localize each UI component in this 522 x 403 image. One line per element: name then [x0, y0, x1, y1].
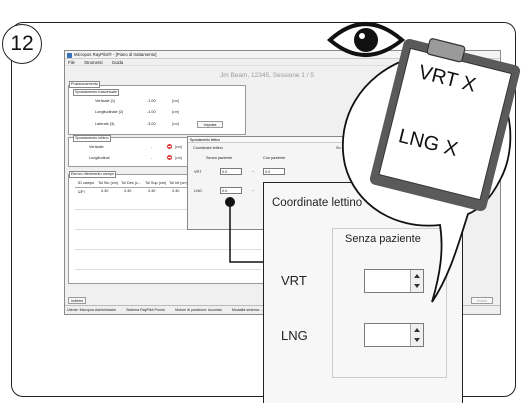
eye-icon — [326, 22, 406, 57]
instruction-illustration: 12 Micropos RayPilot® - [Piano di tratta… — [0, 0, 522, 403]
